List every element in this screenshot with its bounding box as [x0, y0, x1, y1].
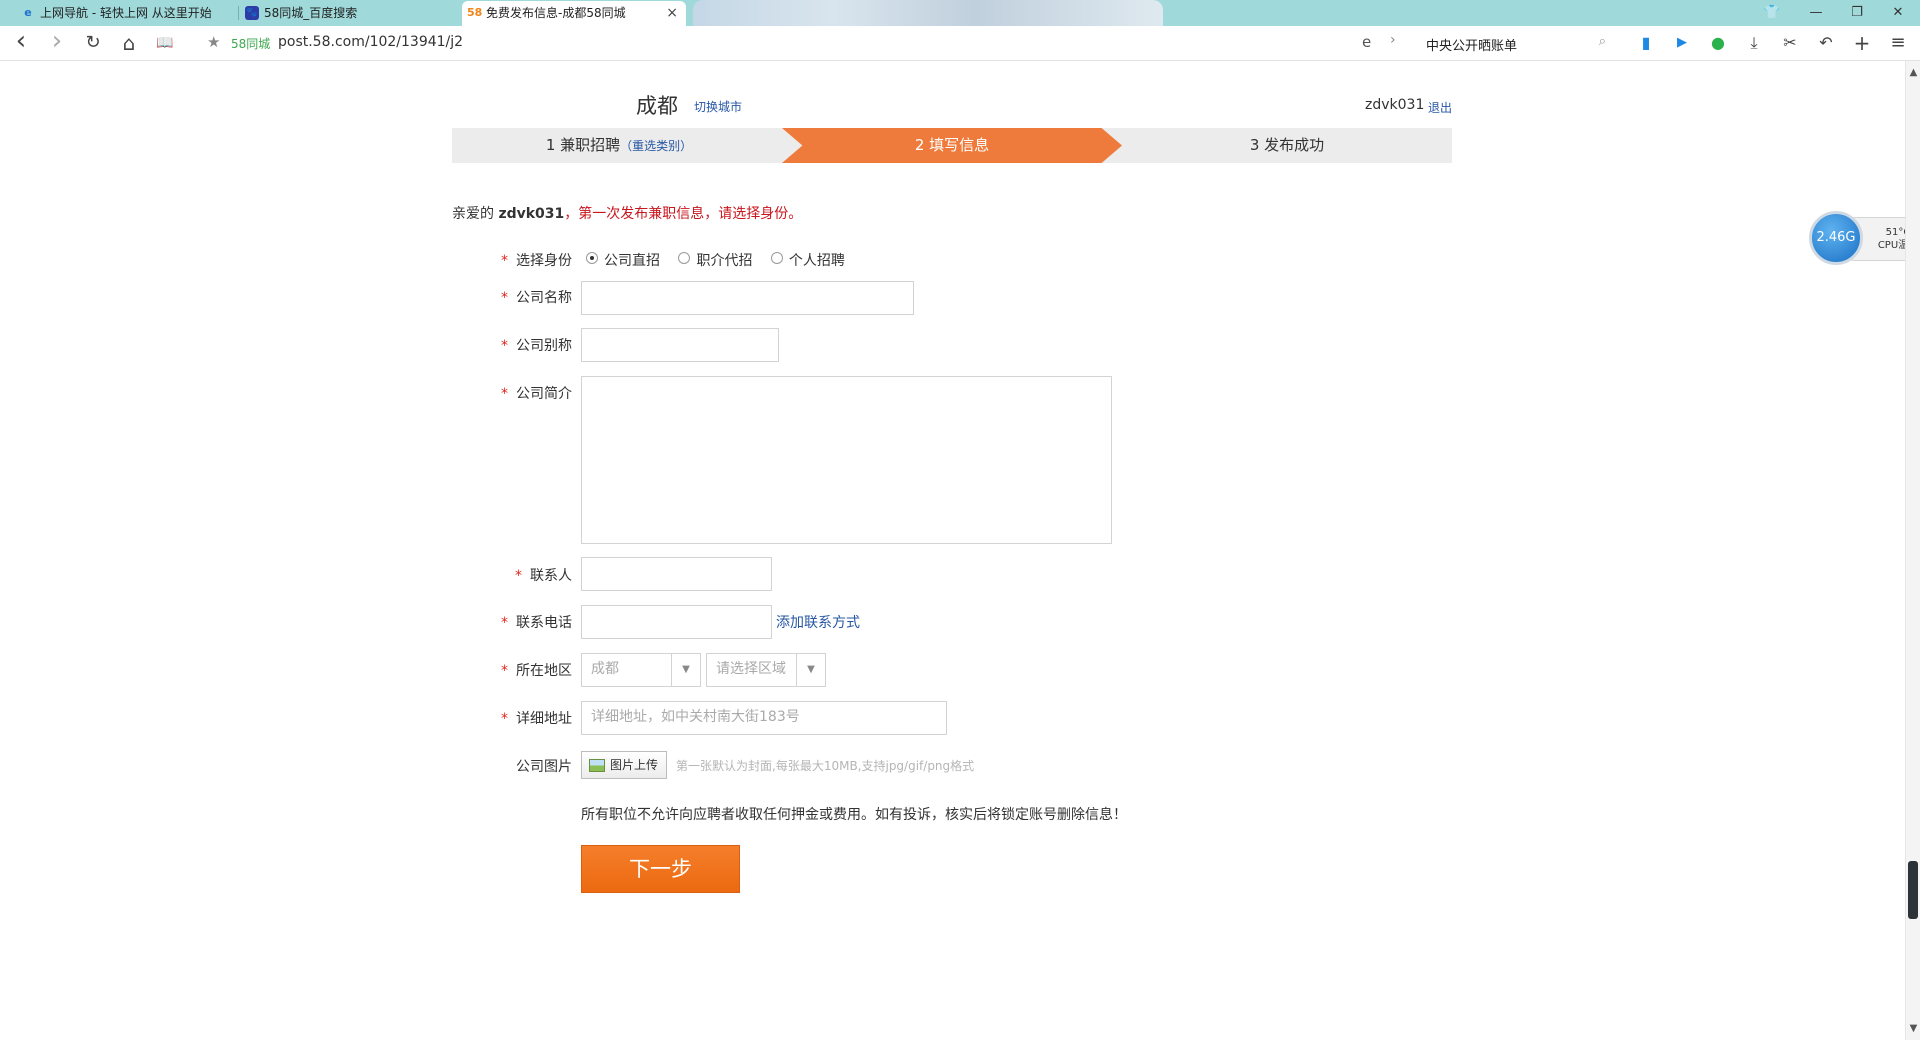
address-bar: ‹ › ↻ ⌂ 📖 ★ 58同城 post.58.com/102/13941/j…	[0, 26, 1920, 61]
radio-dot	[770, 252, 783, 264]
switch-city-link[interactable]: 切换城市	[694, 98, 742, 115]
tab-title: 免费发布信息-成都58同城	[486, 6, 626, 20]
new-tab-icon[interactable]: +	[1850, 31, 1874, 55]
browser-search-box[interactable]: 中央公开晒账单 ⌕	[1420, 32, 1610, 54]
logout-link[interactable]: 退出	[1428, 99, 1452, 116]
wechat-icon[interactable]: ●	[1706, 31, 1730, 55]
close-tab-icon[interactable]: ×	[666, 1, 678, 26]
search-input[interactable]: 中央公开晒账单	[1426, 35, 1517, 54]
username: zdvk031	[1365, 97, 1425, 113]
cpu-temperature-widget[interactable]: 2.46G 51°C CPU温度	[1809, 211, 1920, 267]
contact-input[interactable]	[581, 557, 772, 591]
skin-icon[interactable]: 👕	[1762, 3, 1782, 23]
required-mark: *	[501, 253, 508, 269]
ie-engine-icon[interactable]: e	[1362, 33, 1371, 51]
region-area-placeholder: 请选择区域	[716, 661, 786, 677]
identity-radio-personal[interactable]: 个人招聘	[770, 250, 845, 270]
city-name: 成都	[636, 94, 678, 118]
bookmark-tool-icon[interactable]: ▮	[1634, 31, 1658, 55]
greeting-comma: ，	[564, 206, 579, 222]
search-icon[interactable]: ⌕	[1599, 34, 1606, 49]
baidu-paw-icon: 🐾	[245, 6, 259, 20]
identity-radio-group: 公司直招 职介代招 个人招聘	[586, 250, 859, 270]
greeting-message: 亲爱的 zdvk031，第一次发布兼职信息，请选择身份。	[452, 203, 802, 223]
identity-label: * 选择身份	[501, 253, 572, 269]
home-button[interactable]: ⌂	[117, 31, 141, 55]
company-intro-textarea[interactable]	[581, 376, 1112, 544]
region-area-select[interactable]: 请选择区域 ▼	[706, 653, 826, 687]
picture-icon	[589, 759, 605, 772]
step-2-active: 2 填写信息	[782, 128, 1122, 163]
tab-title: 上网导航 - 轻快上网 从这里开始	[40, 6, 212, 20]
chevron-down-icon: ▼	[796, 654, 825, 686]
back-button[interactable]: ‹	[9, 28, 33, 55]
greeting-username: zdvk031	[498, 206, 565, 222]
step-3: 3 发布成功	[1249, 136, 1325, 154]
address-input[interactable]: 详细地址，如中关村南大街183号	[581, 701, 947, 735]
company-name-label: * 公司名称	[501, 290, 572, 306]
minimize-button[interactable]: —	[1806, 3, 1826, 23]
blurred-tabs	[693, 0, 1163, 26]
tab-separator	[238, 6, 239, 20]
region-label: * 所在地区	[501, 663, 572, 679]
greeting-prefix: 亲爱的	[452, 206, 499, 222]
forward-button[interactable]: ›	[45, 28, 69, 55]
identity-radio-company[interactable]: 公司直招	[586, 250, 660, 270]
reader-icon[interactable]: 📖	[153, 31, 177, 55]
scroll-up-icon[interactable]: ▲	[1906, 67, 1920, 78]
greeting-warning: 第一次发布兼职信息，请选择身份。	[578, 206, 803, 222]
company-image-label: 公司图片	[516, 759, 572, 775]
upload-hint: 第一张默认为封面,每张最大10MB,支持jpg/gif/png格式	[676, 759, 975, 773]
company-alias-label: * 公司别称	[501, 338, 572, 354]
menu-icon[interactable]: ≡	[1886, 31, 1910, 55]
bookmark-star-icon[interactable]: ★	[207, 33, 220, 51]
company-intro-label: * 公司简介	[501, 386, 572, 402]
address-placeholder: 详细地址，如中关村南大街183号	[591, 709, 800, 725]
page-content: 成都 切换城市 zdvk031 退出 1 兼职招聘（重选类别） 2 填写信息 3…	[0, 61, 1905, 1040]
radio-dot	[678, 252, 691, 264]
scroll-thumb[interactable]	[1908, 861, 1918, 919]
chevron-down-icon: ▼	[671, 654, 700, 686]
image-upload-button[interactable]: 图片上传	[581, 751, 667, 779]
phone-input[interactable]	[581, 605, 772, 639]
identity-radio-agency[interactable]: 职介代招	[678, 250, 752, 270]
tab-58-post[interactable]: 58 免费发布信息-成都58同城 ×	[462, 1, 686, 26]
reload-button[interactable]: ↻	[81, 31, 105, 55]
region-city-value: 成都	[591, 661, 619, 677]
tab-title: 58同城_百度搜索	[264, 6, 358, 20]
phone-label: * 联系电话	[501, 615, 572, 631]
browser-tab-bar: e 上网导航 - 轻快上网 从这里开始 🐾 58同城_百度搜索 58 免费发布信…	[0, 0, 1920, 26]
reselect-category-link[interactable]: （重选类别）	[620, 139, 692, 153]
cpu-frequency: 2.46G	[1809, 211, 1863, 265]
tab-shanghai-nav[interactable]: e 上网导航 - 轻快上网 从这里开始	[16, 1, 238, 26]
url-input[interactable]: post.58.com/102/13941/j2	[278, 34, 463, 50]
next-step-button[interactable]: 下一步	[581, 845, 740, 893]
tab-baidu-search[interactable]: 🐾 58同城_百度搜索	[240, 1, 460, 26]
policy-notice: 所有职位不允许向应聘者收取任何押金或费用。如有投诉，核实后将锁定账号删除信息！	[581, 807, 1127, 823]
company-name-input[interactable]	[581, 281, 914, 315]
play-tool-icon[interactable]: ▶	[1670, 31, 1694, 55]
download-icon[interactable]: ⤓	[1742, 31, 1766, 55]
ie-icon: e	[24, 6, 32, 19]
close-window-button[interactable]: ✕	[1888, 3, 1908, 23]
undo-icon[interactable]: ↶	[1814, 31, 1838, 55]
radio-dot	[586, 252, 598, 264]
contact-label: * 联系人	[515, 568, 572, 584]
add-contact-link[interactable]: 添加联系方式	[776, 612, 860, 632]
site-name-badge: 58同城	[231, 37, 271, 51]
step-1: 1 兼职招聘（重选类别）	[452, 128, 786, 163]
address-label: * 详细地址	[501, 711, 572, 727]
vertical-scrollbar[interactable]: ▲ ▼	[1905, 61, 1920, 1040]
region-city-select[interactable]: 成都 ▼	[581, 653, 701, 687]
company-alias-input[interactable]	[581, 328, 779, 362]
scroll-down-icon[interactable]: ▼	[1906, 1023, 1920, 1034]
progress-steps: 1 兼职招聘（重选类别） 2 填写信息 3 发布成功	[452, 128, 1452, 163]
58-logo-icon: 58	[467, 6, 483, 19]
scissors-icon[interactable]: ✂	[1778, 31, 1802, 55]
restore-button[interactable]: ❐	[1847, 3, 1867, 23]
step-1-label: 1 兼职招聘	[545, 136, 621, 154]
chevron-right-icon[interactable]: ›	[1390, 32, 1396, 48]
